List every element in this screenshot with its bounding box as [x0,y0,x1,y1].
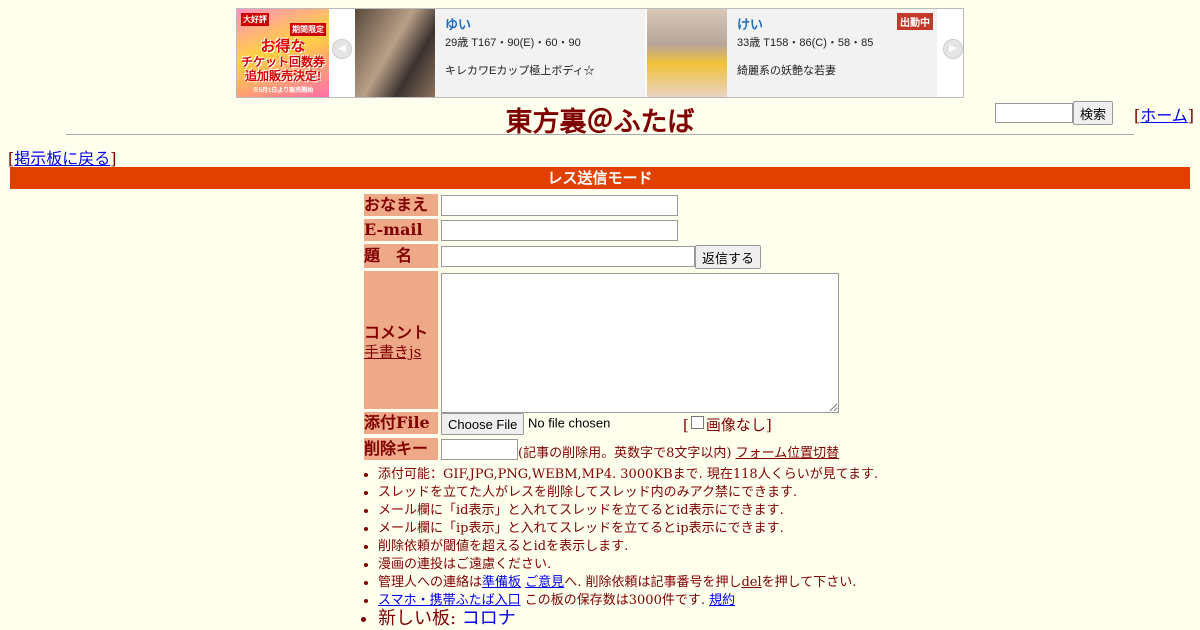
search-input[interactable] [995,103,1073,123]
delete-key-input[interactable] [441,439,518,460]
back-link-wrapper: [掲示板に戻る] [8,145,117,169]
profile-spec: 33歳 T158・86(C)・58・85 [737,37,874,49]
email-input[interactable] [441,220,678,241]
profile-card[interactable]: ゆい 29歳 T167・90(E)・60・90 キレカワEカップ極上ボディ☆ [355,9,645,97]
promo-footer: ※5月1日より販売開始 [252,88,314,94]
reply-mode-bar: レス送信モード [10,167,1190,189]
profile-photo[interactable] [355,9,435,97]
profile-photo[interactable] [647,9,727,97]
profile-card[interactable]: 出勤中 けい 33歳 T158・86(C)・58・85 綺麗系の妖艶な若妻 [647,9,937,97]
mobile-entrance-link[interactable]: スマホ・携帯ふたば入口 [378,593,521,608]
choose-file-button[interactable]: Choose File [441,413,525,435]
handwriting-js-link[interactable]: 手書きjs [364,341,421,362]
rule-text: 管理人への連絡は [378,575,483,590]
promo-line-3: 追加販売決定! [245,69,321,83]
bracket-close: ] [110,149,117,168]
no-image-checkbox[interactable] [690,416,704,429]
list-item: 管理人への連絡は準備板 ご意見へ. 削除依頼は記事番号を押しdelを押して下さい… [378,574,878,592]
rules-list: 添付可能：GIF,JPG,PNG,WEBM,MP4. 3000KBまで. 現在1… [362,466,878,628]
delete-key-note: (記事の削除用。英数字で8文字以内) [518,446,732,461]
name-label: おなまえ [364,194,438,216]
home-link[interactable]: ホーム [1140,106,1188,125]
comment-label-cell: コメント 手書きjs [364,271,438,409]
promo-tag: 大好評 [241,13,269,26]
rule-text: この板の保存数は3000件です. [520,593,710,608]
home-link-wrapper: [ホーム] [1134,102,1194,126]
bracket-open: [ [683,416,689,434]
bracket-close: ] [765,416,772,434]
no-image-option: [ 画像なし] [683,414,772,435]
list-item: メール欄に「ip表示」と入れてスレッドを立てるとip表示にできます. [378,520,878,538]
comment-textarea[interactable] [441,273,839,413]
profile-name[interactable]: ゆい [445,14,640,33]
delete-key-label: 削除キー [364,438,438,460]
new-board-label: 新しい板: [378,608,462,629]
form-position-toggle-link[interactable]: フォーム位置切替 [736,446,840,461]
new-board-link[interactable]: コロナ [462,608,516,629]
rule-text: を押して下さい. [761,575,857,590]
preparation-board-link[interactable]: 準備板 [482,575,521,590]
no-file-text: No file chosen [528,415,611,431]
delete-key-note-wrapper: (記事の削除用。英数字で8文字以内) フォーム位置切替 [518,442,839,461]
list-item: 削除依頼が閾値を超えるとidを表示します. [378,538,878,556]
comment-label: コメント [364,323,429,342]
list-item: スレッドを立てた人がレスを削除してスレッド内のみアク禁にできます. [378,484,878,502]
list-item: 漫画の連投はご遠慮ください. [378,556,878,574]
ad-banner[interactable]: 大好評 期間限定 お得な チケット回数券 追加販売決定! ※5月1日より販売開始… [236,8,964,98]
terms-link[interactable]: 規約 [709,593,735,608]
subject-input[interactable] [441,246,695,267]
email-label: E-mail [364,219,438,241]
no-image-label: 画像なし [705,416,766,434]
search-button[interactable]: 検索 [1073,101,1114,125]
carousel-next-icon[interactable]: ▶ [943,39,963,59]
profile-name[interactable]: けい [737,14,932,33]
rule-text: へ. 削除依頼は記事番号を押し [564,575,742,590]
subject-label: 題 名 [364,244,438,268]
file-input[interactable]: Choose File No file chosen [441,413,610,435]
profile-description: キレカワEカップ極上ボディ☆ [445,65,595,77]
back-to-board-link[interactable]: 掲示板に戻る [14,149,110,168]
list-item: 新しい板: コロナ [378,610,878,628]
divider [66,134,1134,135]
promo-ticket-banner[interactable]: 大好評 期間限定 お得な チケット回数券 追加販売決定! ※5月1日より販売開始 [237,9,329,97]
list-item: メール欄に「id表示」と入れてスレッドを立てるとid表示にできます. [378,502,878,520]
list-item: 添付可能：GIF,JPG,PNG,WEBM,MP4. 3000KBまで. 現在1… [378,466,878,484]
profile-spec: 29歳 T167・90(E)・60・90 [445,37,581,49]
profile-description: 綺麗系の妖艶な若妻 [737,65,836,77]
submit-reply-button[interactable]: 返信する [695,245,762,269]
file-label: 添付File [364,412,438,434]
carousel-prev-icon[interactable]: ◀ [332,39,352,59]
bracket-close: ] [1187,106,1195,125]
search-form: 検索 [995,101,1114,125]
del-link[interactable]: del [741,575,761,590]
feedback-link[interactable]: ご意見 [525,575,564,590]
name-input[interactable] [441,195,678,216]
